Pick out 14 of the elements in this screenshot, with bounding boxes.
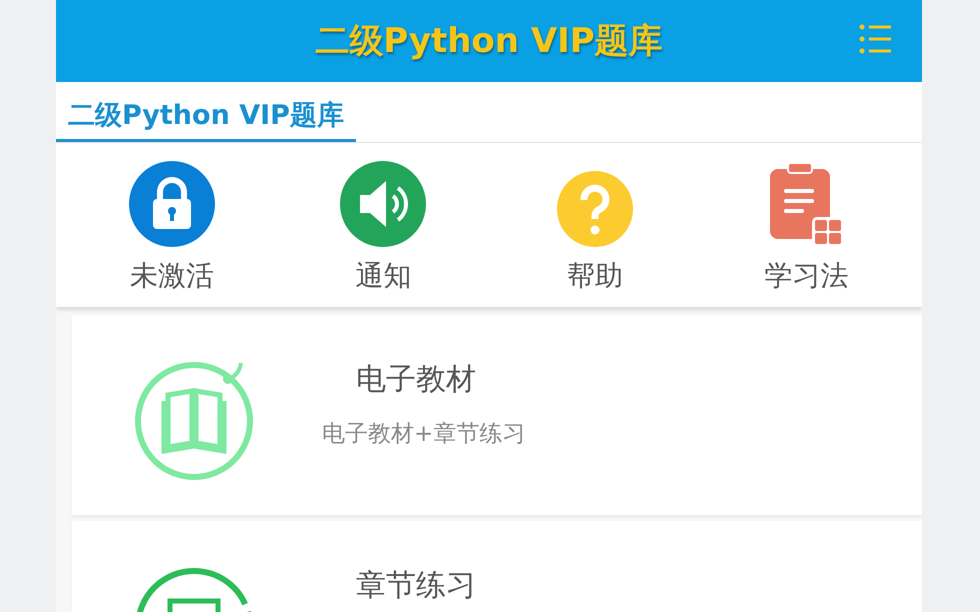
question-icon[interactable]	[556, 171, 633, 247]
shortcut-label[interactable]: 帮助	[566, 257, 623, 295]
shortcut-label[interactable]: 未激活	[130, 257, 214, 295]
speaker-icon[interactable]	[340, 161, 426, 247]
app-title: 二级Python VIP题库	[315, 20, 663, 63]
module-card[interactable]: 章节练习	[72, 521, 922, 612]
menu-icon[interactable]	[858, 22, 892, 56]
module-title: 电子教材	[356, 361, 477, 399]
shortcut-label[interactable]: 学习法	[764, 257, 848, 295]
module-card[interactable]: 电子教材 电子教材+章节练习	[72, 315, 922, 515]
module-subtitle: 电子教材+章节练习	[322, 420, 526, 449]
module-title: 章节练习	[356, 567, 476, 605]
padlock-icon[interactable]	[128, 161, 215, 247]
shortcut-label[interactable]: 通知	[355, 257, 412, 295]
